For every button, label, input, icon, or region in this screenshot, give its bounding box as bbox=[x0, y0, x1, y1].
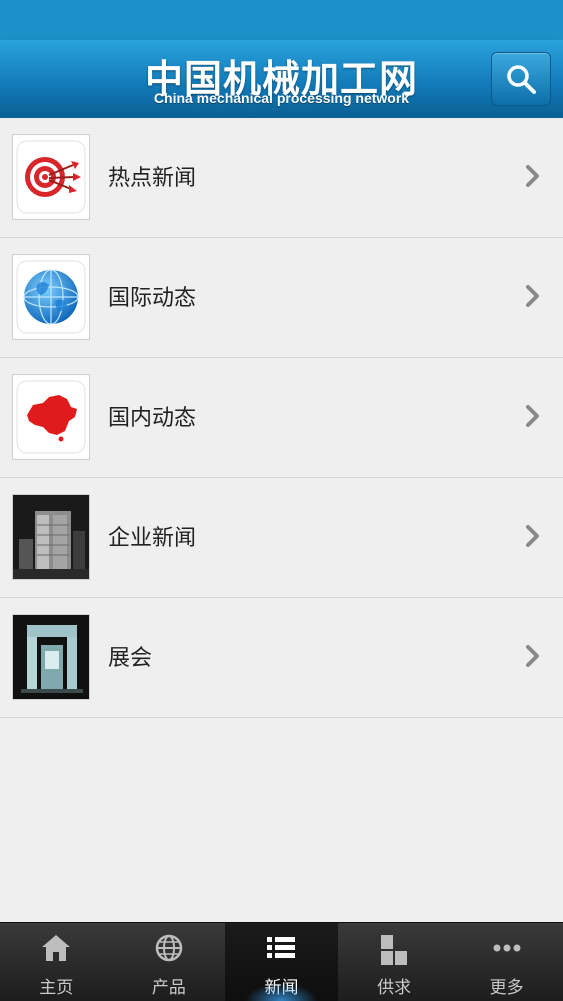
list-item-label: 企业新闻 bbox=[108, 526, 197, 551]
china-map-icon bbox=[12, 374, 90, 460]
search-button[interactable] bbox=[491, 52, 551, 106]
globe-icon bbox=[12, 254, 90, 340]
list-item-enterprise-news[interactable]: 企业新闻 bbox=[0, 478, 563, 598]
more-icon bbox=[493, 944, 521, 952]
search-icon bbox=[507, 65, 536, 94]
home-icon bbox=[42, 935, 71, 961]
tab-more[interactable]: 更多 bbox=[450, 923, 563, 1001]
list-icon bbox=[267, 937, 296, 958]
bottom-tab-bar: 主页 产品 新闻 供求 更多 bbox=[0, 922, 563, 1001]
news-category-list: 热点新闻 国际动态 国内动态 企业新闻 展会 bbox=[0, 118, 563, 718]
tab-supply-demand[interactable]: 供求 bbox=[338, 923, 451, 1001]
tab-label: 更多 bbox=[489, 978, 524, 998]
tab-products[interactable]: 产品 bbox=[113, 923, 226, 1001]
chevron-right-icon bbox=[526, 165, 539, 187]
list-item-label: 国际动态 bbox=[108, 286, 197, 311]
list-item-label: 国内动态 bbox=[108, 406, 197, 431]
list-item-label: 热点新闻 bbox=[108, 166, 197, 191]
tab-label: 产品 bbox=[151, 978, 186, 998]
building-photo bbox=[12, 494, 90, 580]
tab-label: 主页 bbox=[39, 978, 74, 998]
list-item-hot-news[interactable]: 热点新闻 bbox=[0, 118, 563, 238]
target-icon bbox=[12, 134, 90, 220]
exhibition-booth-photo bbox=[12, 614, 90, 700]
app-subtitle: China mechanical processing network bbox=[153, 90, 410, 106]
chevron-right-icon bbox=[526, 645, 539, 667]
tab-label: 供求 bbox=[377, 978, 412, 998]
status-bar bbox=[0, 0, 563, 40]
tab-label: 新闻 bbox=[264, 978, 299, 998]
chevron-right-icon bbox=[526, 525, 539, 547]
globe-icon bbox=[155, 934, 183, 962]
chevron-right-icon bbox=[526, 285, 539, 307]
list-item-international-news[interactable]: 国际动态 bbox=[0, 238, 563, 358]
list-item-domestic-news[interactable]: 国内动态 bbox=[0, 358, 563, 478]
app-header: 中国机械加工网 China mechanical processing netw… bbox=[0, 40, 563, 119]
list-item-exhibition[interactable]: 展会 bbox=[0, 598, 563, 718]
list-item-label: 展会 bbox=[108, 646, 153, 671]
tab-news[interactable]: 新闻 bbox=[225, 923, 338, 1001]
blocks-icon bbox=[381, 935, 408, 965]
chevron-right-icon bbox=[526, 405, 539, 427]
tab-home[interactable]: 主页 bbox=[0, 923, 113, 1001]
